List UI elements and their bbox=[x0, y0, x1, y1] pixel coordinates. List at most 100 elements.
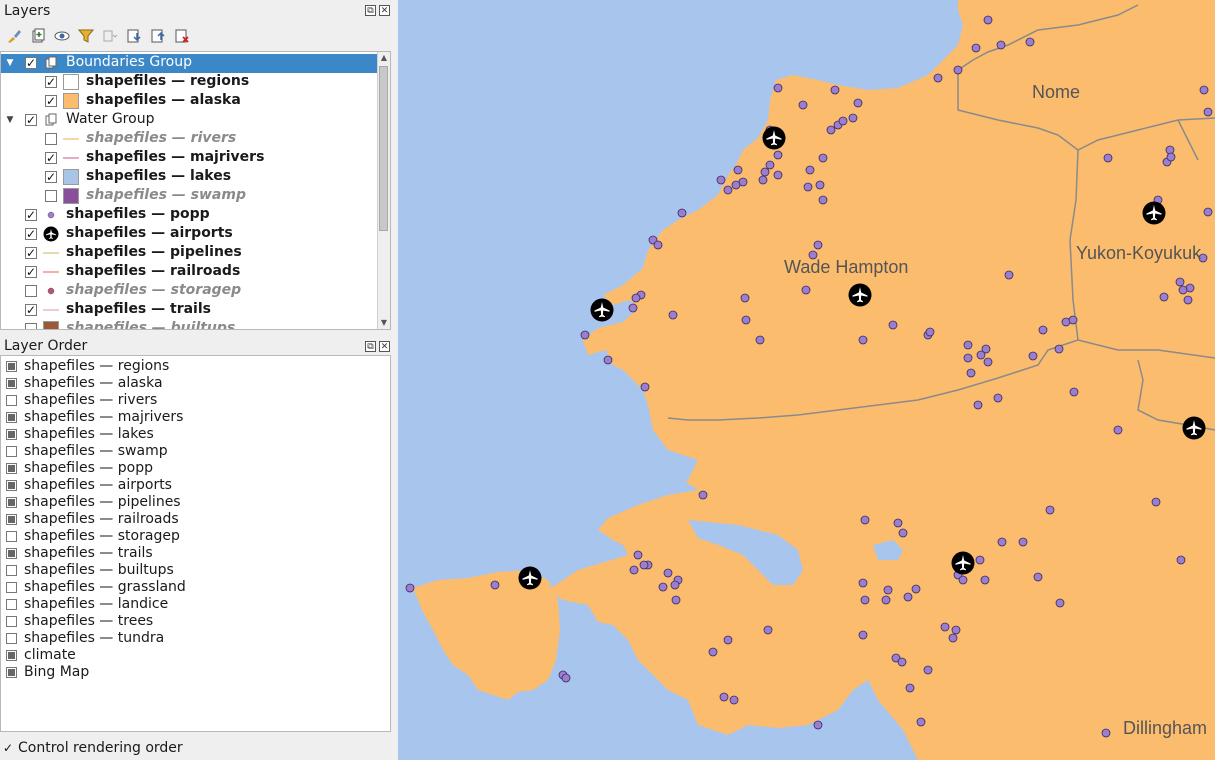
layer-order-checkbox[interactable] bbox=[6, 565, 17, 576]
layer-order-item[interactable]: shapefiles — trees bbox=[1, 613, 381, 630]
layer-order-item[interactable]: shapefiles — storagep bbox=[1, 528, 381, 545]
layer-visibility-checkbox[interactable]: ✓ bbox=[25, 228, 37, 240]
layer-visibility-checkbox[interactable] bbox=[45, 133, 57, 145]
airport-icon[interactable] bbox=[1182, 416, 1206, 440]
layer-visibility-checkbox[interactable] bbox=[25, 323, 37, 329]
close-order-panel-button[interactable]: ✕ bbox=[379, 341, 390, 352]
layer-visibility-checkbox[interactable]: ✓ bbox=[45, 152, 57, 164]
layer-order-item[interactable]: climate bbox=[1, 647, 381, 664]
layer-visibility-checkbox[interactable]: ✓ bbox=[45, 171, 57, 183]
layer-order-checkbox[interactable] bbox=[6, 514, 17, 525]
layer-order-item[interactable]: Bing Map bbox=[1, 664, 381, 681]
airport-icon[interactable] bbox=[518, 566, 542, 590]
layer-tree-row[interactable]: ✓ shapefiles — popp bbox=[1, 206, 379, 225]
float-panel-button[interactable]: ⧉ bbox=[365, 5, 376, 16]
layer-order-checkbox[interactable] bbox=[6, 667, 17, 678]
layer-order-item[interactable]: shapefiles — lakes bbox=[1, 426, 381, 443]
add-group-button[interactable] bbox=[28, 26, 48, 46]
map-canvas[interactable]: Nome Wade Hampton Yukon-Koyukuk Dillingh… bbox=[398, 0, 1215, 760]
layer-order-item[interactable]: shapefiles — majrivers bbox=[1, 409, 381, 426]
layer-order-item[interactable]: shapefiles — airports bbox=[1, 477, 381, 494]
layer-order-item[interactable]: shapefiles — railroads bbox=[1, 511, 381, 528]
layer-order-list[interactable]: shapefiles — regions shapefiles — alaska s… bbox=[0, 355, 391, 732]
filter-legend-button[interactable] bbox=[100, 26, 120, 46]
airport-icon[interactable] bbox=[951, 551, 975, 575]
layer-order-item[interactable]: shapefiles — regions bbox=[1, 358, 381, 375]
panel-splitter[interactable] bbox=[391, 0, 398, 760]
layer-order-checkbox[interactable] bbox=[6, 633, 17, 644]
layer-visibility-checkbox[interactable]: ✓ bbox=[25, 209, 37, 221]
expand-arrow-icon[interactable]: ▼ bbox=[5, 58, 15, 68]
float-order-panel-button[interactable]: ⧉ bbox=[365, 341, 376, 352]
layer-order-checkbox[interactable] bbox=[6, 548, 17, 559]
layer-visibility-checkbox[interactable]: ✓ bbox=[45, 76, 57, 88]
layer-order-item[interactable]: shapefiles — alaska bbox=[1, 375, 381, 392]
layers-scrollbar[interactable]: ▲ ▼ bbox=[377, 52, 390, 329]
map-label-nome: Nome bbox=[1032, 82, 1080, 102]
layer-order-item[interactable]: shapefiles — builtups bbox=[1, 562, 381, 579]
layer-order-item[interactable]: shapefiles — popp bbox=[1, 460, 381, 477]
close-panel-button[interactable]: ✕ bbox=[379, 5, 390, 16]
layer-visibility-checkbox[interactable]: ✓ bbox=[25, 247, 37, 259]
layer-tree-row[interactable]: ✓ shapefiles — railroads bbox=[1, 263, 379, 282]
layer-order-checkbox[interactable] bbox=[6, 412, 17, 423]
layer-visibility-checkbox[interactable]: ✓ bbox=[25, 304, 37, 316]
filter-button[interactable] bbox=[76, 26, 96, 46]
layer-tree-row[interactable]: shapefiles — swamp bbox=[1, 187, 379, 206]
layer-visibility-checkbox[interactable]: ✓ bbox=[25, 57, 37, 69]
fill-symbol-icon bbox=[63, 169, 79, 185]
airport-icon[interactable] bbox=[848, 283, 872, 307]
layer-order-checkbox[interactable] bbox=[6, 582, 17, 593]
layer-order-item[interactable]: shapefiles — grassland bbox=[1, 579, 381, 596]
layer-order-checkbox[interactable] bbox=[6, 616, 17, 627]
layer-tree-row[interactable]: shapefiles — rivers bbox=[1, 130, 379, 149]
control-rendering-checkbox[interactable]: ✓ bbox=[2, 742, 14, 755]
layer-visibility-checkbox[interactable]: ✓ bbox=[25, 114, 37, 126]
layer-order-checkbox[interactable] bbox=[6, 480, 17, 491]
layer-tree-row[interactable]: ▼ ✓ Boundaries Group bbox=[1, 54, 379, 73]
layer-tree-row[interactable]: shapefiles — storagep bbox=[1, 282, 379, 301]
layer-visibility-checkbox[interactable] bbox=[25, 285, 37, 297]
layer-tree-row[interactable]: ✓ shapefiles — trails bbox=[1, 301, 379, 320]
layer-order-checkbox[interactable] bbox=[6, 361, 17, 372]
layers-tree[interactable]: ▼ ✓ Boundaries Group ✓ shapefiles — regions ✓… bbox=[0, 51, 391, 330]
layer-visibility-checkbox[interactable]: ✓ bbox=[45, 95, 57, 107]
layer-tree-row[interactable]: shapefiles — builtups bbox=[1, 320, 379, 329]
visibility-button[interactable] bbox=[52, 26, 72, 46]
layer-tree-row[interactable]: ✓ shapefiles — airports bbox=[1, 225, 379, 244]
layer-order-checkbox[interactable] bbox=[6, 497, 17, 508]
layer-order-item[interactable]: shapefiles — trails bbox=[1, 545, 381, 562]
scroll-up-arrow-icon[interactable]: ▲ bbox=[378, 52, 390, 64]
layer-order-checkbox[interactable] bbox=[6, 599, 17, 610]
layer-order-checkbox[interactable] bbox=[6, 446, 17, 457]
layer-order-item[interactable]: shapefiles — rivers bbox=[1, 392, 381, 409]
layer-tree-row[interactable]: ✓ shapefiles — majrivers bbox=[1, 149, 379, 168]
collapse-all-button[interactable] bbox=[148, 26, 168, 46]
layer-order-item[interactable]: shapefiles — tundra bbox=[1, 630, 381, 647]
airport-icon[interactable] bbox=[1142, 201, 1166, 225]
layer-order-checkbox[interactable] bbox=[6, 378, 17, 389]
layer-tree-row[interactable]: ✓ shapefiles — alaska bbox=[1, 92, 379, 111]
layer-order-checkbox[interactable] bbox=[6, 429, 17, 440]
layer-tree-row[interactable]: ✓ shapefiles — regions bbox=[1, 73, 379, 92]
layer-order-checkbox[interactable] bbox=[6, 395, 17, 406]
remove-layer-button[interactable] bbox=[172, 26, 192, 46]
layer-visibility-checkbox[interactable]: ✓ bbox=[25, 266, 37, 278]
expand-arrow-icon[interactable]: ▼ bbox=[5, 115, 15, 125]
layer-visibility-checkbox[interactable] bbox=[45, 190, 57, 202]
layer-tree-row[interactable]: ✓ shapefiles — lakes bbox=[1, 168, 379, 187]
layer-order-checkbox[interactable] bbox=[6, 463, 17, 474]
layer-order-item[interactable]: shapefiles — landice bbox=[1, 596, 381, 613]
layer-tree-row[interactable]: ▼ ✓ Water Group bbox=[1, 111, 379, 130]
airport-icon[interactable] bbox=[590, 298, 614, 322]
expand-all-button[interactable] bbox=[124, 26, 144, 46]
style-manager-button[interactable] bbox=[4, 26, 24, 46]
airport-icon[interactable] bbox=[762, 126, 786, 150]
layer-order-checkbox[interactable] bbox=[6, 650, 17, 661]
layer-order-item[interactable]: shapefiles — pipelines bbox=[1, 494, 381, 511]
layer-order-checkbox[interactable] bbox=[6, 531, 17, 542]
scroll-down-arrow-icon[interactable]: ▼ bbox=[378, 317, 390, 329]
scrollbar-thumb[interactable] bbox=[379, 66, 388, 231]
layer-order-item[interactable]: shapefiles — swamp bbox=[1, 443, 381, 460]
layer-tree-row[interactable]: ✓ shapefiles — pipelines bbox=[1, 244, 379, 263]
